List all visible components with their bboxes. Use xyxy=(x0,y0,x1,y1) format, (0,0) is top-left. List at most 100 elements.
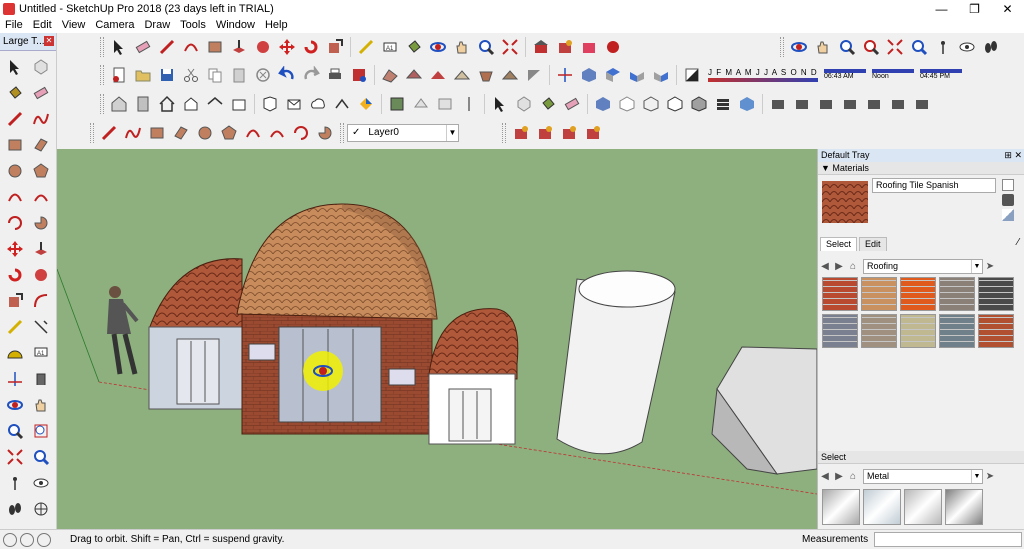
maximize-button[interactable]: ❐ xyxy=(958,0,991,18)
make-component-icon[interactable] xyxy=(513,93,535,115)
right-view-icon[interactable] xyxy=(650,64,672,86)
share-component-icon[interactable] xyxy=(815,93,837,115)
component-options-icon[interactable] xyxy=(534,122,556,144)
metal-swatch[interactable] xyxy=(863,489,901,525)
upload-3d-icon[interactable] xyxy=(791,93,813,115)
monochrome-icon[interactable] xyxy=(736,93,758,115)
metal-swatch[interactable] xyxy=(904,489,942,525)
swatch-tile[interactable] xyxy=(900,277,936,311)
xray-icon[interactable] xyxy=(592,93,614,115)
walk-icon-2[interactable] xyxy=(3,497,27,521)
default-material-icon[interactable] xyxy=(1002,209,1014,221)
stamp-icon[interactable] xyxy=(451,64,473,86)
dimension-icon-2[interactable] xyxy=(29,315,53,339)
home-icon-tray[interactable]: ⌂ xyxy=(846,259,860,273)
home-icon[interactable] xyxy=(156,93,178,115)
swatch-tile[interactable] xyxy=(978,277,1014,311)
scale-icon-2[interactable] xyxy=(3,289,27,313)
credits-status-icon[interactable] xyxy=(20,532,34,547)
line-icon-2[interactable] xyxy=(3,107,27,131)
make-component-icon-2[interactable] xyxy=(29,55,53,79)
shaded-textures-icon[interactable] xyxy=(712,93,734,115)
menu-draw[interactable]: Draw xyxy=(139,18,175,33)
zoom-icon-3[interactable] xyxy=(3,419,27,443)
create-material-icon[interactable] xyxy=(1002,194,1014,206)
cloud-upload-icon[interactable] xyxy=(307,93,329,115)
components-icon[interactable] xyxy=(554,36,576,58)
print-icon[interactable] xyxy=(324,64,346,86)
line-icon[interactable] xyxy=(98,122,120,144)
pie-icon[interactable] xyxy=(314,122,336,144)
menu-edit[interactable]: Edit xyxy=(28,18,57,33)
pan-hand-icon-2[interactable] xyxy=(812,36,834,58)
home-icon-tray-2[interactable]: ⌂ xyxy=(846,469,860,483)
measurements-input[interactable] xyxy=(874,532,1022,547)
house-outline-icon[interactable] xyxy=(180,93,202,115)
eyedropper-icon[interactable]: ⁄ xyxy=(1017,237,1019,248)
shaded-icon[interactable] xyxy=(688,93,710,115)
protractor-icon[interactable] xyxy=(3,341,27,365)
rectangle-icon-2[interactable] xyxy=(146,122,168,144)
iso-view-icon[interactable] xyxy=(578,64,600,86)
paint-bucket-icon-2[interactable] xyxy=(537,93,559,115)
redo-icon[interactable] xyxy=(300,64,322,86)
circle-icon-2[interactable] xyxy=(3,159,27,183)
swatch-tile[interactable] xyxy=(822,314,858,348)
details-arrow-icon[interactable]: ➤ xyxy=(983,259,997,273)
metal-swatch[interactable] xyxy=(945,489,983,525)
top-view-icon[interactable] xyxy=(602,64,624,86)
three-point-arc-icon[interactable] xyxy=(290,122,312,144)
sandbox-from-contours-icon[interactable] xyxy=(379,64,401,86)
previous-view-icon-2[interactable] xyxy=(29,445,53,469)
axes-icon[interactable] xyxy=(554,64,576,86)
follow-me-icon[interactable] xyxy=(252,36,274,58)
paint-bucket-icon-3[interactable] xyxy=(3,81,27,105)
door-icon[interactable] xyxy=(132,93,154,115)
warehouse-get-icon[interactable] xyxy=(259,93,281,115)
material-name-field[interactable]: Roofing Tile Spanish xyxy=(872,178,996,193)
building-icon[interactable] xyxy=(228,93,250,115)
shadow-time-slider[interactable]: 06:43 AM xyxy=(824,69,866,80)
help-status-icon[interactable] xyxy=(37,532,51,547)
shadow-date-bar[interactable] xyxy=(708,77,818,82)
polygon-icon[interactable] xyxy=(218,122,240,144)
text-icon[interactable]: A1 xyxy=(29,341,53,365)
swatch-tile[interactable] xyxy=(900,314,936,348)
collection-dropdown[interactable]: Roofing ▼ xyxy=(863,258,983,274)
central-brick-building[interactable] xyxy=(236,203,438,435)
menu-view[interactable]: View xyxy=(57,18,91,33)
zoom-extents-icon-2[interactable] xyxy=(884,36,906,58)
front-view-icon[interactable] xyxy=(626,64,648,86)
select-arrow-icon-3[interactable] xyxy=(3,55,27,79)
close-icon[interactable]: ✕ xyxy=(44,36,54,46)
pan-hand-icon-3[interactable] xyxy=(29,393,53,417)
dimension-icon[interactable]: A1 xyxy=(379,36,401,58)
menu-file[interactable]: File xyxy=(0,18,28,33)
extension-icon[interactable] xyxy=(331,93,353,115)
tape-measure-icon[interactable] xyxy=(355,36,377,58)
eraser-icon-2[interactable] xyxy=(561,93,583,115)
select-arrow-icon[interactable] xyxy=(108,36,130,58)
rectangle-icon[interactable] xyxy=(204,36,226,58)
zoom-icon-2[interactable] xyxy=(836,36,858,58)
mail-icon[interactable] xyxy=(283,93,305,115)
rotated-rectangle-icon-2[interactable] xyxy=(29,133,53,157)
move-icon-2[interactable] xyxy=(3,237,27,261)
warehouse-icon[interactable] xyxy=(530,36,552,58)
save-icon[interactable] xyxy=(156,64,178,86)
right-shed[interactable] xyxy=(428,308,519,445)
left-shed[interactable] xyxy=(148,258,250,410)
paste-icon[interactable] xyxy=(228,64,250,86)
three-point-arc-icon-2[interactable] xyxy=(3,211,27,235)
smoove-icon[interactable] xyxy=(427,64,449,86)
circle-icon[interactable] xyxy=(194,122,216,144)
3d-text-icon[interactable] xyxy=(29,367,53,391)
arc-icon-2[interactable] xyxy=(242,122,264,144)
rotate-icon-2[interactable] xyxy=(3,263,27,287)
orbit-icon-3[interactable] xyxy=(3,393,27,417)
photo-texture-icon[interactable] xyxy=(911,93,933,115)
look-around-icon[interactable] xyxy=(956,36,978,58)
menu-help[interactable]: Help xyxy=(260,18,293,33)
freehand-icon-2[interactable] xyxy=(29,107,53,131)
display-secondary-icon[interactable] xyxy=(1002,179,1014,191)
